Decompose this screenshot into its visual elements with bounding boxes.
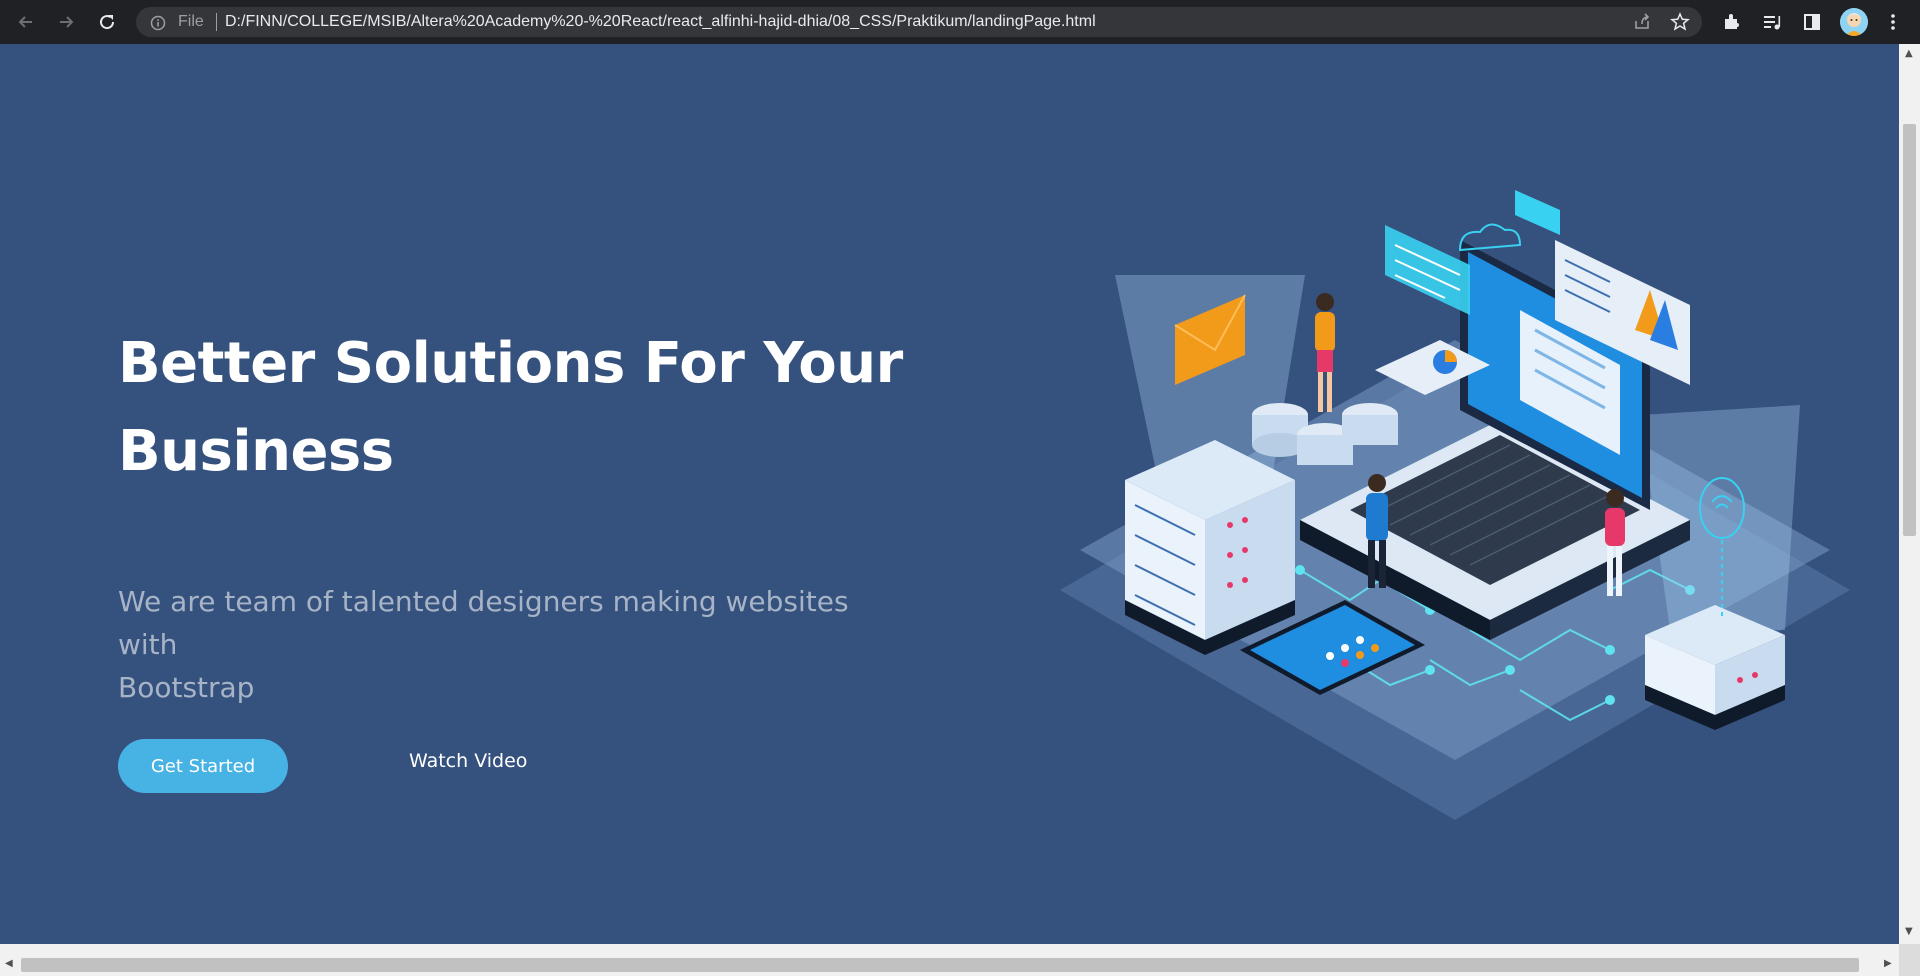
hero-title-line2: Business — [118, 419, 394, 484]
side-panel-icon[interactable] — [1800, 10, 1824, 34]
hero-subtitle-line2: Bootstrap — [118, 671, 255, 704]
hero-illustration — [1060, 190, 1850, 820]
address-divider — [216, 13, 217, 31]
hero-title: Better Solutions For Your Business — [118, 320, 1018, 496]
share-icon[interactable] — [1632, 12, 1652, 32]
star-icon[interactable] — [1670, 12, 1690, 32]
scroll-right-arrow-icon[interactable]: ▶ — [1884, 958, 1892, 969]
url-text[interactable]: D:/FINN/COLLEGE/MSIB/Altera%20Academy%20… — [225, 13, 1096, 31]
reload-icon[interactable] — [95, 10, 119, 34]
hero-title-line1: Better Solutions For Your — [118, 331, 903, 396]
watch-video-link[interactable]: Watch Video — [409, 750, 527, 772]
extensions-icon[interactable] — [1720, 10, 1744, 34]
browser-toolbar: File D:/FINN/COLLEGE/MSIB/Altera%20Acade… — [0, 0, 1920, 44]
profile-avatar[interactable] — [1840, 8, 1868, 36]
scroll-down-arrow-icon[interactable]: ▼ — [1905, 926, 1913, 937]
hero-subtitle: We are team of talented designers making… — [118, 580, 898, 709]
horizontal-scroll-thumb[interactable] — [21, 958, 1859, 972]
back-arrow-icon[interactable] — [14, 10, 38, 34]
address-bar[interactable]: File D:/FINN/COLLEGE/MSIB/Altera%20Acade… — [136, 7, 1702, 37]
vertical-scroll-thumb[interactable] — [1903, 124, 1916, 536]
hero-subtitle-line1: We are team of talented designers making… — [118, 585, 849, 661]
info-icon[interactable] — [150, 15, 166, 35]
get-started-button[interactable]: Get Started — [118, 739, 288, 793]
scrollbar-corner — [1899, 944, 1920, 976]
file-scheme-label: File — [178, 13, 204, 30]
forward-arrow-icon[interactable] — [54, 10, 78, 34]
media-control-icon[interactable] — [1760, 10, 1784, 34]
scroll-up-arrow-icon[interactable]: ▲ — [1905, 48, 1913, 59]
scroll-left-arrow-icon[interactable]: ◀ — [5, 958, 13, 969]
menu-kebab-icon[interactable] — [1881, 10, 1905, 34]
